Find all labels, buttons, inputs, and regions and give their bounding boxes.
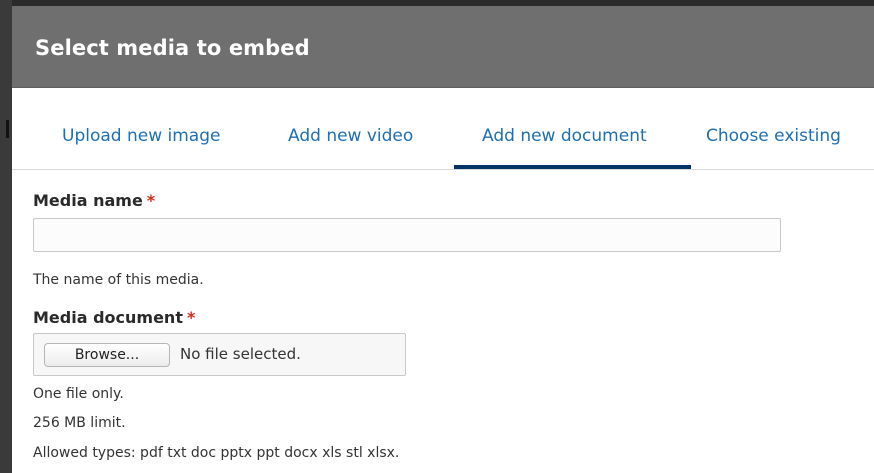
- tab-bar: Upload new image Add new video Add new d…: [12, 88, 874, 170]
- dialog-title: Select media to embed: [35, 36, 310, 60]
- backdrop-mark: [6, 120, 9, 138]
- dialog-content: Upload new image Add new video Add new d…: [12, 88, 874, 473]
- tab-add-new-video[interactable]: Add new video: [288, 126, 413, 146]
- media-name-label-text: Media name: [33, 191, 143, 210]
- backdrop-overlay: [0, 0, 12, 473]
- tab-choose-existing[interactable]: Choose existing: [706, 126, 841, 146]
- media-name-description: The name of this media.: [33, 272, 204, 288]
- required-marker: *: [186, 308, 196, 327]
- tab-upload-new-image[interactable]: Upload new image: [62, 126, 220, 146]
- media-document-label-text: Media document: [33, 308, 183, 327]
- media-document-label: Media document *: [33, 308, 195, 327]
- active-tab-indicator: [454, 165, 691, 169]
- tab-add-new-document[interactable]: Add new document: [482, 126, 647, 146]
- help-one-file: One file only.: [33, 386, 124, 402]
- required-marker: *: [146, 191, 156, 210]
- dialog-titlebar: Select media to embed: [12, 6, 874, 88]
- help-size-limit: 256 MB limit.: [33, 415, 126, 431]
- media-embed-page: Select media to embed Upload new image A…: [0, 0, 874, 473]
- help-allowed-types: Allowed types: pdf txt doc pptx ppt docx…: [33, 445, 400, 461]
- media-name-label: Media name *: [33, 191, 155, 210]
- browse-button[interactable]: Browse...: [44, 343, 170, 367]
- file-status-text: No file selected.: [180, 345, 301, 363]
- media-document-file-input[interactable]: Browse... No file selected.: [33, 333, 406, 376]
- media-name-input[interactable]: [33, 218, 781, 252]
